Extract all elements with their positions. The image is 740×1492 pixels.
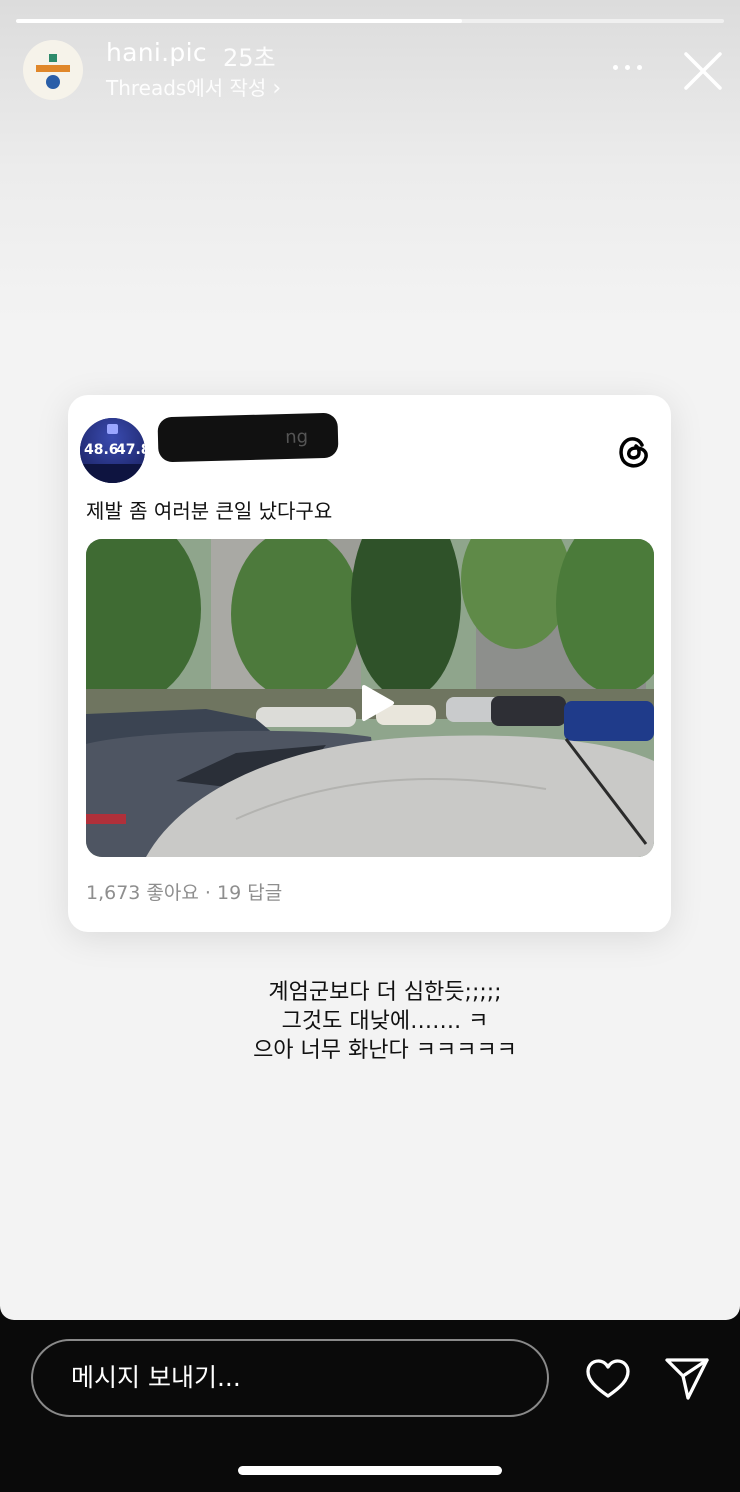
story-username[interactable]: hani.pic	[106, 38, 207, 67]
post-video-thumbnail[interactable]	[86, 539, 654, 857]
send-button[interactable]	[664, 1356, 710, 1402]
story-caption: 계엄군보다 더 심한듯;;;;; 그것도 대낮에……. ㅋ 으아 너무 화난다 …	[0, 978, 740, 1065]
redacted-username-scribble: ng	[157, 412, 339, 463]
send-icon	[665, 1358, 709, 1400]
threads-post-card[interactable]: 48.6 47.8 ng 제발 좀 여러분 큰일 났다구요	[68, 395, 671, 932]
story-progress-fill	[16, 19, 463, 23]
more-horizontal-icon	[613, 65, 618, 70]
threads-logo-icon	[615, 432, 653, 470]
caption-line: 그것도 대낮에……. ㅋ	[281, 1009, 489, 1034]
home-indicator[interactable]	[238, 1466, 502, 1475]
more-horizontal-icon	[625, 65, 630, 70]
avatar-value-left: 48.6	[84, 442, 119, 458]
play-icon	[362, 685, 394, 721]
chevron-right-icon: ›	[272, 76, 282, 101]
story-view[interactable]: hani.pic 25초 Threads에서 작성› 48.6 47.8 ng	[0, 0, 740, 1320]
like-button[interactable]	[585, 1358, 631, 1400]
caption-line: 계엄군보다 더 심한듯;;;;;	[268, 980, 502, 1005]
caption-line: 으아 너무 화난다 ㅋㅋㅋㅋㅋ	[253, 1038, 517, 1063]
heart-icon	[586, 1359, 630, 1398]
post-author-avatar[interactable]: 48.6 47.8	[80, 418, 145, 483]
threads-source-label: Threads에서 작성	[106, 76, 267, 100]
hani-logo-icon	[36, 54, 70, 89]
profile-avatar[interactable]	[23, 40, 83, 100]
message-input[interactable]: 메시지 보내기...	[31, 1339, 549, 1417]
threads-source-link[interactable]: Threads에서 작성 ›	[106, 72, 281, 101]
story-time: 25초	[223, 44, 276, 72]
close-icon	[684, 52, 722, 90]
post-author-name-fragment: ng	[284, 426, 309, 449]
more-horizontal-icon	[637, 65, 642, 70]
more-options-button[interactable]	[611, 58, 645, 80]
story-progress-bar	[16, 19, 724, 23]
avatar-value-right: 47.8	[116, 442, 145, 458]
close-button[interactable]	[683, 51, 723, 91]
post-stats: 1,673 좋아요 · 19 답글	[86, 882, 283, 904]
post-text: 제발 좀 여러분 큰일 났다구요	[86, 499, 333, 523]
